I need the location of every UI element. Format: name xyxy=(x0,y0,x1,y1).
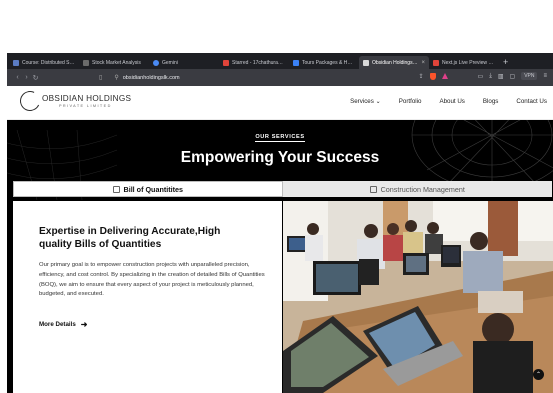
scroll-to-top-button[interactable]: ⌃ xyxy=(533,369,544,380)
arrow-right-icon: ➜ xyxy=(80,320,88,329)
new-tab-button[interactable]: + xyxy=(503,57,508,67)
tab-bill-of-quantities[interactable]: Bill of Quantitites xyxy=(13,181,283,197)
tab-strip: Course: Distributed Syst Stock Market An… xyxy=(7,53,553,69)
forward-icon[interactable]: › xyxy=(22,74,31,81)
rewards-icon[interactable] xyxy=(441,73,448,79)
service-card: Expertise in Delivering Accurate,High qu… xyxy=(13,201,282,393)
url-text: obsidianholdingslk.com xyxy=(122,74,180,81)
menu-icon[interactable]: ≡ xyxy=(543,73,547,79)
hero-title: Empowering Your Success xyxy=(180,149,380,166)
brave-shield-icon[interactable] xyxy=(429,72,436,80)
site-header: OBSIDIAN HOLDINGS PRIVATE LIMITED Servic… xyxy=(7,86,553,120)
office-team-photo xyxy=(283,201,553,393)
section-label-text: OUR SERVICES xyxy=(255,134,305,142)
site-info-icon[interactable]: ⚲ xyxy=(114,74,118,81)
nav-services[interactable]: Services ⌄ xyxy=(350,98,381,105)
service-tabs: Bill of Quantitites Construction Managem… xyxy=(13,181,552,197)
tab-favicon-icon xyxy=(363,59,369,66)
tab-favicon-icon xyxy=(13,59,19,66)
download-icon[interactable]: ⤓ xyxy=(489,73,492,80)
nav-services-label: Services xyxy=(350,98,374,105)
tab-label: Construction Management xyxy=(380,184,465,194)
split-view-icon[interactable]: ▥ xyxy=(498,73,504,80)
tab-title: Gemini xyxy=(162,59,178,66)
browser-tab[interactable]: Tours Packages & Holida xyxy=(289,56,359,69)
browser-toolbar-icons: ⇪ ▭ ⤓ ▥ ▢ VPN ≡ xyxy=(419,72,547,80)
vpn-button[interactable]: VPN xyxy=(521,72,538,80)
services-hero: OUR SERVICES Empowering Your Success Bil… xyxy=(7,120,553,393)
tab-construction-management[interactable]: Construction Management xyxy=(282,181,552,197)
logo-mark-icon[interactable] xyxy=(17,88,43,114)
close-tab-icon[interactable]: × xyxy=(421,60,425,66)
browser-tab[interactable]: Gemini xyxy=(149,56,219,69)
tab-favicon-icon xyxy=(83,59,89,66)
tab-title: Next.js Live Preview - Lo xyxy=(442,59,495,66)
tab-favicon-icon xyxy=(433,59,439,66)
url-field[interactable]: ▯ ⚲ obsidianholdingslk.com xyxy=(99,72,447,83)
tab-title: Tours Packages & Holida xyxy=(302,59,355,66)
logo-subtitle: PRIVATE LIMITED xyxy=(59,104,112,108)
tab-label: Bill of Quantitites xyxy=(123,184,184,194)
browser-tab[interactable]: Next.js Live Preview - Lo xyxy=(429,56,499,69)
gmail-icon xyxy=(223,59,229,66)
tab-favicon-icon xyxy=(293,59,299,66)
card-title: Expertise in Delivering Accurate,High qu… xyxy=(39,226,221,250)
document-icon xyxy=(112,185,120,193)
tab-title: Course: Distributed Syst xyxy=(22,59,75,66)
bookmark-icon[interactable]: ▯ xyxy=(99,74,102,81)
main-nav: Services ⌄ Portfolio About Us Blogs Cont… xyxy=(350,98,547,105)
nav-blogs[interactable]: Blogs xyxy=(483,98,498,105)
browser-window: Course: Distributed Syst Stock Market An… xyxy=(7,53,553,393)
share-icon[interactable]: ⇪ xyxy=(419,73,424,80)
tab-title: Stock Market Analysis xyxy=(92,59,141,66)
section-label: OUR SERVICES xyxy=(7,134,553,142)
nav-contact-us[interactable]: Contact Us xyxy=(516,98,547,105)
logo-name[interactable]: OBSIDIAN HOLDINGS xyxy=(42,94,131,103)
browser-tab[interactable]: Course: Distributed Syst xyxy=(9,56,79,69)
more-details-label: More Details xyxy=(39,321,76,328)
nav-portfolio[interactable]: Portfolio xyxy=(399,98,422,105)
browser-tab[interactable]: Starred - 17chathuranjan xyxy=(219,56,289,69)
gemini-icon xyxy=(153,59,159,66)
office-photo-illustration xyxy=(283,201,553,393)
tab-title: Obsidian Holdings - S xyxy=(372,59,419,66)
building-icon xyxy=(369,185,377,193)
browser-tab-active[interactable]: Obsidian Holdings - S × xyxy=(359,56,429,69)
browser-tab[interactable]: Stock Market Analysis xyxy=(79,56,149,69)
reload-icon[interactable]: ↻ xyxy=(31,74,40,82)
tab-title: Starred - 17chathuranjan xyxy=(232,59,285,66)
card-description: Our primary goal is to empower construct… xyxy=(39,262,265,298)
nav-about-us[interactable]: About Us xyxy=(439,98,464,105)
sidebar-icon[interactable]: ▭ xyxy=(478,73,484,80)
back-icon[interactable]: ‹ xyxy=(13,74,22,81)
more-details-link[interactable]: More Details ➜ xyxy=(39,320,88,329)
address-bar: ‹ › ↻ ▯ ⚲ obsidianholdingslk.com ⇪ ▭ ⤓ ▥… xyxy=(7,69,553,86)
chevron-down-icon: ⌄ xyxy=(375,98,381,105)
wallet-icon[interactable]: ▢ xyxy=(510,73,516,80)
